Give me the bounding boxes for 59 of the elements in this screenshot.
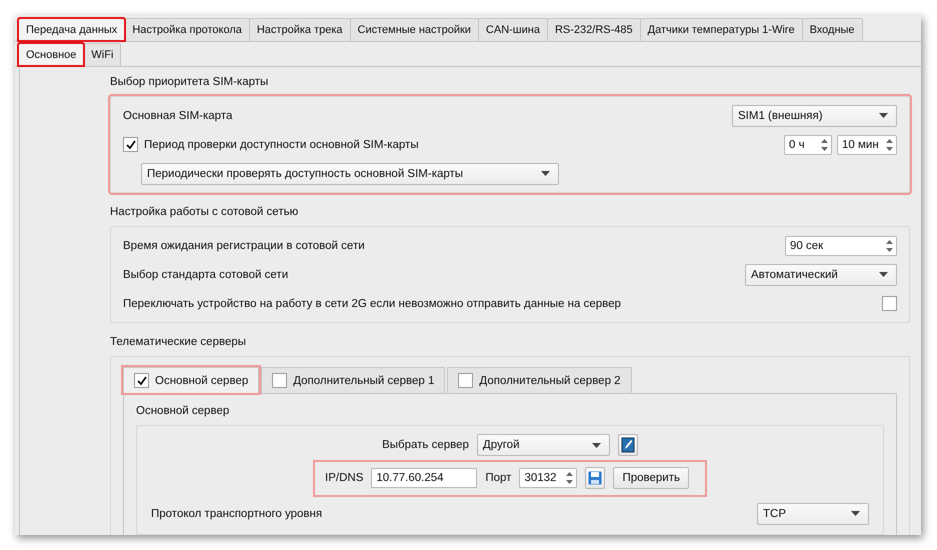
tab[interactable]: Входные [802,18,863,41]
dropdown-arrow-icon [541,171,550,176]
check-button[interactable]: Проверить [613,467,689,489]
spin-box[interactable]: 10 мин [837,134,897,154]
dropdown[interactable]: SIM1 (внешняя) [732,104,897,126]
tab[interactable]: Системные настройки [350,18,479,41]
tab[interactable]: RS-232/RS-485 [546,18,641,41]
field-label: Основная SIM-карта [123,110,232,122]
dropdown-arrow-icon [879,272,888,277]
checkbox[interactable] [272,373,288,388]
pencil-icon [620,437,635,453]
spin-box[interactable]: 90 сек [785,236,897,256]
checkbox[interactable] [882,296,897,311]
section-title: Телематические серверы [110,336,248,348]
tab[interactable]: WiFi [83,43,122,66]
tab[interactable]: Дополнительный сервер 1 [261,367,446,393]
checkmark-icon [126,140,136,150]
tab[interactable]: Датчики температуры 1-Wire [640,18,803,41]
save-button[interactable] [585,467,606,489]
dropdown[interactable]: TCP [757,502,869,524]
section-title: Основной сервер [136,405,230,417]
checkbox-label: Период проверки доступности основной SIM-карты [144,138,419,150]
edit-button[interactable] [618,434,638,456]
field-label: Выбрать сервер [382,439,469,451]
dropdown[interactable]: Другой [476,434,610,456]
tab[interactable]: Основной сервер [123,367,260,393]
dropdown-arrow-icon [879,113,888,118]
field-label: Выбор стандарта сотовой сети [123,268,288,280]
section-title: Выбор приоритета SIM-карты [110,76,270,88]
dropdown-arrow-icon [592,442,601,448]
checkbox[interactable] [123,137,138,152]
tab-label: Основной сервер [155,374,248,386]
checkbox[interactable] [134,373,149,388]
tab[interactable]: Настройка протокола [124,18,250,41]
dropdown[interactable]: Автоматический [745,264,897,286]
tab[interactable]: Основное [18,43,84,66]
spin-arrows-icon [885,238,894,254]
tab[interactable]: Передача данных [18,18,126,41]
field-label: Время ожидания регистрации в сотовой сети [123,240,365,252]
field-label: Протокол транспортного уровня [151,508,322,520]
spin-box[interactable]: 0 ч [784,134,832,154]
spin-box[interactable]: 30132 [519,468,578,488]
tab[interactable]: Дополнительный сервер 2 [447,367,632,393]
field-label: Порт [485,472,512,484]
dropdown[interactable]: Периодически проверять доступность основной SIM-карты [141,162,559,184]
field-label: Переключать устройство на работу в сети 2G если невозможно отправить данные на сервер [123,298,621,310]
field-label: IP/DNS [325,472,364,484]
spin-arrows-icon [820,136,829,152]
ip-field[interactable]: 10.77.60.254 [371,468,478,488]
checkbox[interactable] [458,373,474,388]
tab[interactable]: Настройка трека [248,18,351,41]
tab-label: Дополнительный сервер 2 [479,374,621,386]
checkmark-icon [136,376,146,386]
section-title: Настройка работы с сотовой сетью [110,206,300,218]
spin-arrows-icon [885,136,894,152]
tab[interactable]: CAN-шина [478,18,548,41]
spin-arrows-icon [565,470,574,486]
dropdown-arrow-icon [851,511,860,516]
tab-label: Дополнительный сервер 1 [293,374,434,386]
